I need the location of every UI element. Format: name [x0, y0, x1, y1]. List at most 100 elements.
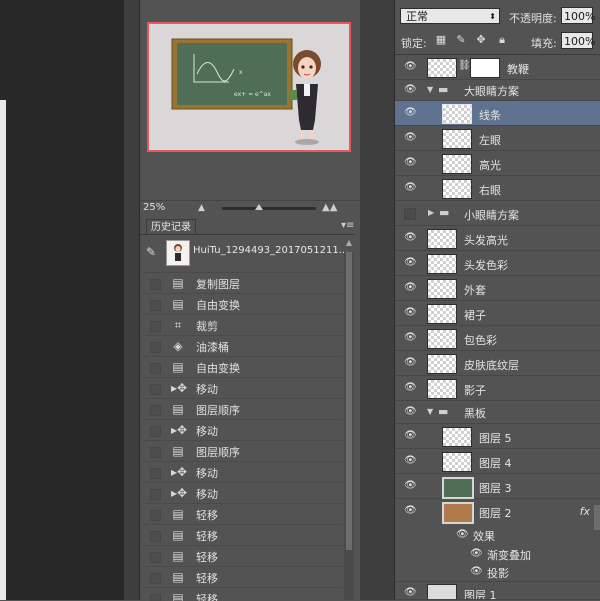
layer-row[interactable]: 👁︎ 左眼 — [395, 126, 600, 151]
zoom-slider-handle[interactable] — [255, 204, 263, 210]
eye-icon[interactable]: 👁︎ — [404, 307, 417, 319]
layer-mask-thumbnail[interactable] — [470, 58, 500, 78]
history-checkbox[interactable] — [150, 342, 161, 353]
lock-position-icon[interactable]: ✥ — [475, 34, 487, 46]
history-checkbox[interactable] — [150, 489, 161, 500]
history-checkbox[interactable] — [150, 573, 161, 584]
history-checkbox[interactable] — [150, 384, 161, 395]
eye-icon[interactable]: 👁︎ — [404, 282, 417, 294]
history-step[interactable]: ▸✥ 移动 — [142, 377, 342, 399]
history-step[interactable]: ▸✥ 移动 — [142, 461, 342, 483]
layer-row[interactable]: 👁︎ 头发高光 — [395, 226, 600, 251]
document-canvas[interactable] — [0, 100, 6, 600]
history-step[interactable]: ▸✥ 移动 — [142, 482, 342, 504]
layer-row[interactable]: 👁︎ 裙子 — [395, 301, 600, 326]
layer-row-selected[interactable]: 👁︎ 线条 — [395, 101, 600, 126]
panel-menu-icon[interactable]: ▾≡ — [341, 220, 354, 231]
eye-icon[interactable]: 👁︎ — [470, 548, 483, 560]
scroll-up-icon[interactable]: ▲ — [344, 238, 354, 250]
zoom-level[interactable]: 25% — [143, 202, 165, 213]
layer-row[interactable]: 👁︎ 包色彩 — [395, 326, 600, 351]
link-icon[interactable]: ⛓︎ — [458, 60, 471, 71]
snapshot-brush-icon[interactable]: ✎ — [146, 245, 156, 259]
history-checkbox[interactable] — [150, 321, 161, 332]
zoom-out-icon[interactable]: ▲ — [198, 203, 205, 213]
opacity-input[interactable]: 100% — [561, 7, 595, 24]
history-step[interactable]: ▤ 图层顺序 — [142, 440, 342, 462]
eye-icon[interactable]: 👁︎ — [456, 529, 469, 541]
layer-row[interactable]: 👁︎ 图层 3 — [395, 474, 600, 499]
eye-icon[interactable]: 👁︎ — [404, 232, 417, 244]
eye-icon[interactable]: 👁︎ — [404, 587, 417, 599]
history-checkbox[interactable] — [150, 405, 161, 416]
layer-row[interactable]: 👁︎ 皮肤底纹层 — [395, 351, 600, 376]
layer-effects-fx-icon[interactable]: fx — [580, 505, 590, 518]
eye-icon[interactable]: 👁︎ — [404, 182, 417, 194]
history-checkbox[interactable] — [150, 279, 161, 290]
history-step[interactable]: ▤ 轻移 — [142, 524, 342, 546]
history-checkbox[interactable] — [150, 552, 161, 563]
layer-row[interactable]: 👁︎ 图层 5 — [395, 424, 600, 449]
eye-icon[interactable]: 👁︎ — [404, 61, 417, 73]
history-step[interactable]: ▤ 轻移 — [142, 545, 342, 567]
layer-row[interactable]: 👁︎ 影子 — [395, 376, 600, 401]
eye-icon[interactable]: 👁︎ — [404, 357, 417, 369]
layer-row[interactable]: 👁︎ 外套 — [395, 276, 600, 301]
layer-row[interactable]: 👁︎ 高光 — [395, 151, 600, 176]
eye-icon[interactable]: 👁︎ — [404, 132, 417, 144]
layer-effect-item[interactable]: 👁︎ 投影 — [395, 562, 600, 582]
document-canvas-area[interactable] — [0, 0, 124, 600]
eye-icon[interactable]: 👁︎ — [404, 157, 417, 169]
zoom-slider[interactable] — [222, 207, 316, 210]
eye-icon[interactable]: 👁︎ — [404, 107, 417, 119]
layer-row[interactable]: 👁︎ 右眼 — [395, 176, 600, 201]
chevron-down-icon[interactable]: ▼ — [427, 85, 433, 94]
eye-icon[interactable]: 👁︎ — [404, 480, 417, 492]
history-checkbox[interactable] — [150, 447, 161, 458]
history-checkbox[interactable] — [150, 300, 161, 311]
history-step[interactable]: ▤ 图层顺序 — [142, 398, 342, 420]
history-step[interactable]: ▤ 自由变换 — [142, 293, 342, 315]
layer-group-row[interactable]: 👁︎ ▼ ▬ 黑板 — [395, 401, 600, 424]
lock-transparent-pixels-icon[interactable]: ▦ — [435, 34, 447, 46]
layer-row[interactable]: 👁︎ 头发色彩 — [395, 251, 600, 276]
chevron-down-icon[interactable]: ▼ — [427, 407, 433, 416]
history-step[interactable]: ◈ 油漆桶 — [142, 335, 342, 357]
layers-scrollbar-thumb[interactable] — [594, 505, 600, 530]
history-step[interactable]: ⌗ 裁剪 — [142, 314, 342, 336]
lock-all-icon[interactable]: 🔒︎ — [496, 34, 508, 46]
history-step[interactable]: ▤ 自由变换 — [142, 356, 342, 378]
fill-input[interactable]: 100% — [561, 32, 595, 49]
eye-icon[interactable]: 👁︎ — [470, 566, 483, 578]
eye-icon[interactable]: 👁︎ — [404, 505, 417, 517]
eye-icon[interactable]: 👁︎ — [404, 406, 417, 418]
blend-mode-select[interactable]: 正常 ⬍ — [400, 8, 500, 24]
history-checkbox[interactable] — [150, 468, 161, 479]
eye-icon[interactable]: 👁︎ — [404, 257, 417, 269]
layer-row[interactable]: 👁︎ ⛓︎ 教鞭 — [395, 55, 600, 80]
history-step[interactable]: ▤ 复制图层 — [142, 272, 342, 294]
history-checkbox[interactable] — [150, 426, 161, 437]
layer-row[interactable]: 👁︎ 图层 2 fx — [395, 499, 600, 524]
tab-history[interactable]: 历史记录 — [146, 219, 196, 235]
history-step[interactable]: ▤ 轻移 — [142, 503, 342, 525]
zoom-in-icon[interactable]: ▲▲ — [322, 202, 337, 213]
eye-icon[interactable]: 👁︎ — [404, 84, 417, 96]
history-checkbox[interactable] — [150, 531, 161, 542]
navigator-preview[interactable]: x ex+ ≈ e^ax — [147, 22, 351, 152]
history-scrollbar-thumb[interactable] — [346, 252, 352, 550]
history-step[interactable]: ▤ 轻移 — [142, 587, 342, 601]
lock-image-pixels-icon[interactable]: ✎ — [455, 34, 467, 46]
layer-row[interactable]: 👁︎ 图层 4 — [395, 449, 600, 474]
history-checkbox[interactable] — [150, 363, 161, 374]
chevron-right-icon[interactable]: ▶ — [428, 208, 434, 217]
layer-group-row[interactable]: ▶ ▬ 小眼睛方案 — [395, 201, 600, 226]
eye-icon[interactable]: 👁︎ — [404, 332, 417, 344]
history-checkbox[interactable] — [150, 510, 161, 521]
layer-effects-row[interactable]: 👁︎ 效果 — [395, 525, 600, 544]
history-step[interactable]: ▸✥ 移动 — [142, 419, 342, 441]
eye-icon[interactable]: 👁︎ — [404, 382, 417, 394]
visibility-toggle[interactable] — [404, 208, 416, 220]
history-step[interactable]: ▤ 轻移 — [142, 566, 342, 588]
eye-icon[interactable]: 👁︎ — [404, 430, 417, 442]
